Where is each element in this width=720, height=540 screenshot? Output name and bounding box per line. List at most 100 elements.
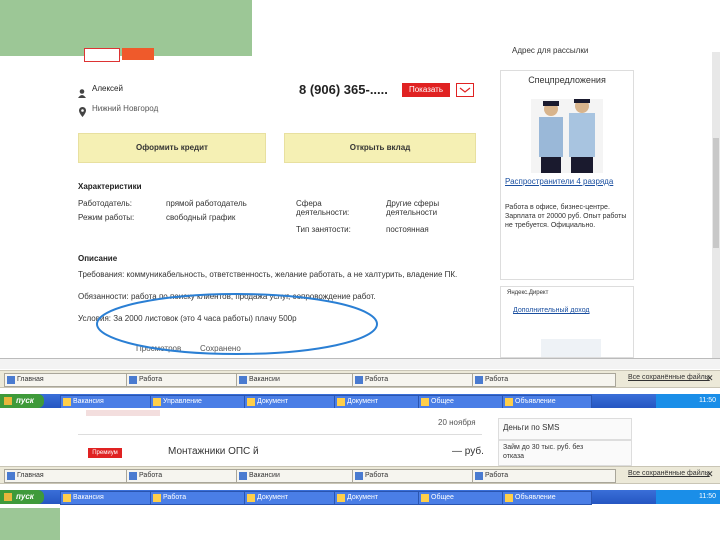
app-icon: [7, 472, 15, 480]
employer-label: Работодатель:: [78, 199, 132, 208]
app-icon: [475, 472, 483, 480]
windows-flag-icon: [4, 493, 12, 501]
yandex-ad-image[interactable]: [541, 339, 601, 357]
window-tab-b4[interactable]: Работа: [352, 469, 476, 483]
window-tab-label: Вакансии: [249, 472, 280, 479]
seller-name: Алексей: [92, 84, 123, 93]
promo-box-2[interactable]: Займ до 30 тыс. руб. без отказа: [498, 440, 632, 466]
lower-date: 20 ноября: [438, 418, 476, 427]
window-tab-label: Работа: [365, 376, 389, 383]
taskbar-task-b2[interactable]: Работа: [150, 491, 254, 505]
special-offers-card: Спецпредложения Распространители 4 разря…: [500, 70, 634, 280]
promo-box-1[interactable]: Деньги по SMS: [498, 418, 632, 440]
close-icon[interactable]: ✕: [706, 373, 714, 384]
yandex-direct-card: Яндекс.Директ Дополнительный доход: [500, 286, 634, 358]
schedule-value: свободный график: [166, 213, 236, 222]
task-icon: [63, 494, 71, 502]
bottom-left-green-block: [0, 508, 60, 540]
taskbar-task-3[interactable]: Документ: [244, 395, 344, 409]
close-icon[interactable]: ✕: [706, 469, 714, 480]
app-icon: [239, 472, 247, 480]
start-label: пуск: [16, 396, 34, 405]
task-label: Работа: [163, 494, 187, 501]
task-icon: [63, 398, 71, 406]
task-label: Общее: [431, 494, 454, 501]
taskbar-task-b3[interactable]: Документ: [244, 491, 344, 505]
app-icon: [475, 376, 483, 384]
clock: 11:50: [699, 397, 716, 404]
lower-vacancy-title[interactable]: Монтажники ОПС й: [168, 446, 259, 457]
app-icon: [129, 472, 137, 480]
location-pin-icon: [79, 104, 86, 122]
status-line: [0, 358, 720, 369]
task-icon: [247, 494, 255, 502]
deposit-button[interactable]: Открыть вклад: [284, 133, 476, 163]
taskbar-task-b5[interactable]: Общее: [418, 491, 512, 505]
task-label: Вакансия: [73, 398, 104, 405]
credit-button[interactable]: Оформить кредит: [78, 133, 266, 163]
taskbar-task-b6[interactable]: Объявление: [502, 491, 592, 505]
description-heading: Описание: [78, 254, 118, 263]
partial-top-button[interactable]: [84, 48, 120, 62]
window-tab-1[interactable]: Главная: [4, 373, 134, 387]
taskbar-task-4[interactable]: Документ: [334, 395, 428, 409]
task-label: Общее: [431, 398, 454, 405]
taskbar-bottom: пуск Вакансия Работа Документ Документ О…: [0, 490, 720, 505]
page-scrollbar[interactable]: [712, 52, 720, 368]
start-button[interactable]: пуск: [0, 394, 44, 408]
promo-loan-text: Займ до 30 тыс. руб. без отказа: [503, 444, 584, 460]
window-tab-b2[interactable]: Работа: [126, 469, 240, 483]
sphere-value: Другие сферы деятельности: [386, 199, 440, 217]
window-tab-label: Работа: [139, 472, 163, 479]
description-requirements: Требования: коммуникабельность, ответств…: [78, 270, 458, 279]
window-tab-5[interactable]: Работа: [472, 373, 616, 387]
window-tab-3[interactable]: Вакансии: [236, 373, 354, 387]
taskbar-task-b4[interactable]: Документ: [334, 491, 428, 505]
premium-badge: Премиум: [88, 448, 122, 458]
windows-flag-icon: [4, 397, 12, 405]
phone-number: 8 (906) 365-.....: [299, 82, 388, 97]
window-switch-bar-2: Главная Работа Вакансии Работа Работа Вс…: [0, 466, 720, 484]
sidebar-top-link[interactable]: Адрес для рассылки: [512, 46, 588, 55]
taskbar-task-1[interactable]: Вакансия: [60, 395, 160, 409]
window-tab-4[interactable]: Работа: [352, 373, 476, 387]
window-tab-b1[interactable]: Главная: [4, 469, 134, 483]
window-tab-2[interactable]: Работа: [126, 373, 240, 387]
system-tray: 11:50: [656, 394, 720, 408]
special-offers-title: Спецпредложения: [528, 75, 606, 85]
window-tab-label: Главная: [17, 472, 44, 479]
partial-top-red-button[interactable]: [122, 48, 154, 60]
taskbar-task-b1[interactable]: Вакансия: [60, 491, 160, 505]
start-button[interactable]: пуск: [0, 490, 44, 504]
window-tab-label: Главная: [17, 376, 44, 383]
taskbar-task-2[interactable]: Управление: [150, 395, 254, 409]
app-icon: [129, 376, 137, 384]
yandex-direct-link[interactable]: Дополнительный доход: [513, 307, 613, 314]
window-tab-b3[interactable]: Вакансии: [236, 469, 354, 483]
yandex-direct-label: Яндекс.Директ: [507, 290, 549, 296]
task-icon: [505, 398, 513, 406]
user-icon: [78, 85, 86, 98]
employer-value: прямой работодатель: [166, 199, 247, 208]
lower-page-slice: 20 ноября Премиум Монтажники ОПС й — руб…: [0, 408, 720, 466]
lower-price: — руб.: [452, 446, 484, 457]
window-tab-b5[interactable]: Работа: [472, 469, 616, 483]
downloads-link[interactable]: Все сохранённые файлы: [628, 374, 710, 381]
task-label: Документ: [257, 494, 289, 501]
window-tab-label: Работа: [139, 376, 163, 383]
clock: 11:50: [699, 493, 716, 500]
taskbar-task-6[interactable]: Объявление: [502, 395, 592, 409]
sphere-label: Сфера деятельности:: [296, 199, 350, 217]
special-offer-text: Работа в офисе, бизнес-центре. Зарплата …: [505, 204, 627, 229]
task-label: Объявление: [515, 398, 556, 405]
task-icon: [247, 398, 255, 406]
message-icon[interactable]: [456, 83, 474, 97]
show-phone-button[interactable]: Показать: [402, 83, 450, 97]
scrollbar-thumb[interactable]: [713, 138, 719, 248]
seller-city: Нижний Новгород: [92, 104, 159, 113]
special-offer-title[interactable]: Распространители 4 разряда: [505, 177, 629, 186]
employment-label: Тип занятости:: [296, 225, 351, 234]
special-offer-image[interactable]: [531, 99, 603, 173]
downloads-link-2[interactable]: Все сохранённые файлы: [628, 470, 710, 477]
taskbar-task-5[interactable]: Общее: [418, 395, 512, 409]
